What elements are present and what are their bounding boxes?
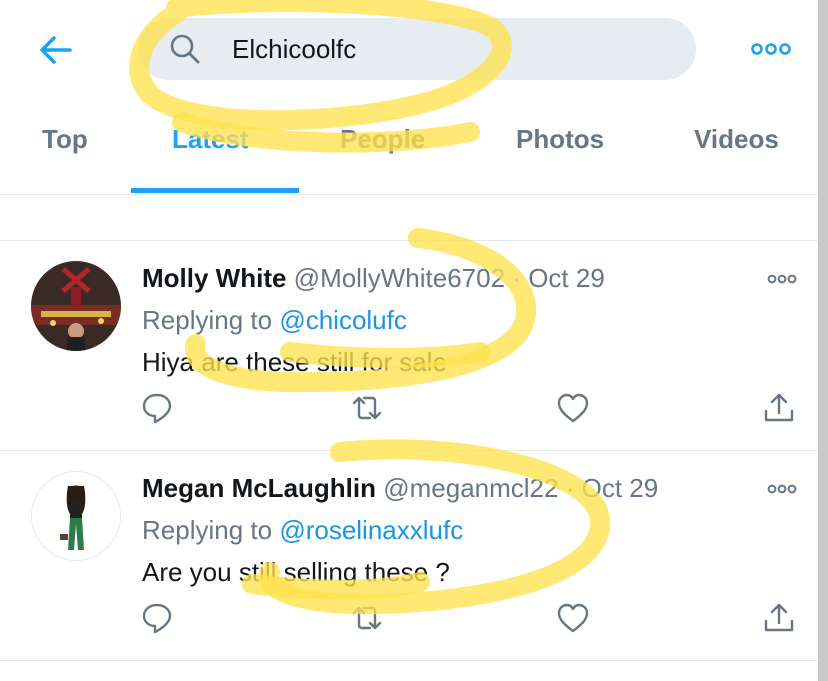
active-tab-indicator (131, 188, 299, 193)
replying-to: Replying to @chicolufc (142, 305, 407, 336)
tab-top[interactable]: Top (42, 124, 88, 155)
like-icon[interactable] (556, 601, 590, 635)
reply-mention-link[interactable]: @chicolufc (279, 305, 407, 335)
share-icon[interactable] (762, 601, 796, 635)
reply-icon[interactable] (140, 601, 174, 635)
author-name[interactable]: Molly White (142, 263, 286, 293)
retweet-icon[interactable] (350, 601, 384, 635)
meta-separator: · (512, 263, 521, 293)
avatar[interactable] (31, 471, 121, 561)
tweet-more-icon[interactable] (767, 481, 797, 497)
tweet-more-icon[interactable] (767, 271, 797, 287)
replying-to: Replying to @roselinaxxlufc (142, 515, 463, 546)
tweet-header: Megan McLaughlin @meganmcl22 · Oct 29 (142, 473, 658, 504)
author-handle[interactable]: @MollyWhite6702 (294, 263, 505, 293)
retweet-icon[interactable] (350, 391, 384, 425)
share-icon[interactable] (762, 391, 796, 425)
tweet[interactable]: Megan McLaughlin @meganmcl22 · Oct 29 Re… (0, 451, 818, 661)
tweet-text: Hiya are these still for sale (142, 347, 447, 377)
tweet-date[interactable]: Oct 29 (528, 263, 605, 293)
like-icon[interactable] (556, 391, 590, 425)
avatar[interactable] (31, 261, 121, 351)
reply-mention-link[interactable]: @roselinaxxlufc (279, 515, 463, 545)
author-handle[interactable]: @meganmcl22 (383, 473, 558, 503)
tab-latest[interactable]: Latest (172, 124, 249, 155)
window-edge (818, 0, 828, 681)
tweet-header: Molly White @MollyWhite6702 · Oct 29 (142, 263, 605, 294)
replying-prefix: Replying to (142, 305, 273, 335)
tweet-date[interactable]: Oct 29 (582, 473, 659, 503)
replying-prefix: Replying to (142, 515, 273, 545)
tab-photos[interactable]: Photos (516, 124, 604, 155)
back-arrow-icon[interactable] (36, 30, 76, 70)
reply-icon[interactable] (140, 391, 174, 425)
tab-videos[interactable]: Videos (694, 124, 779, 155)
divider (0, 660, 818, 661)
top-bar (0, 0, 818, 100)
tab-people[interactable]: People (340, 124, 425, 155)
search-input[interactable] (232, 26, 672, 72)
more-options-icon[interactable] (750, 38, 792, 60)
tweet-text: Are you still selling these ? (142, 557, 450, 587)
search-tabs: Top Latest People Photos Videos (0, 110, 818, 195)
author-name[interactable]: Megan McLaughlin (142, 473, 376, 503)
meta-separator: · (565, 473, 575, 503)
search-icon (170, 34, 200, 64)
tweet[interactable]: Molly White @MollyWhite6702 · Oct 29 Rep… (0, 241, 818, 451)
